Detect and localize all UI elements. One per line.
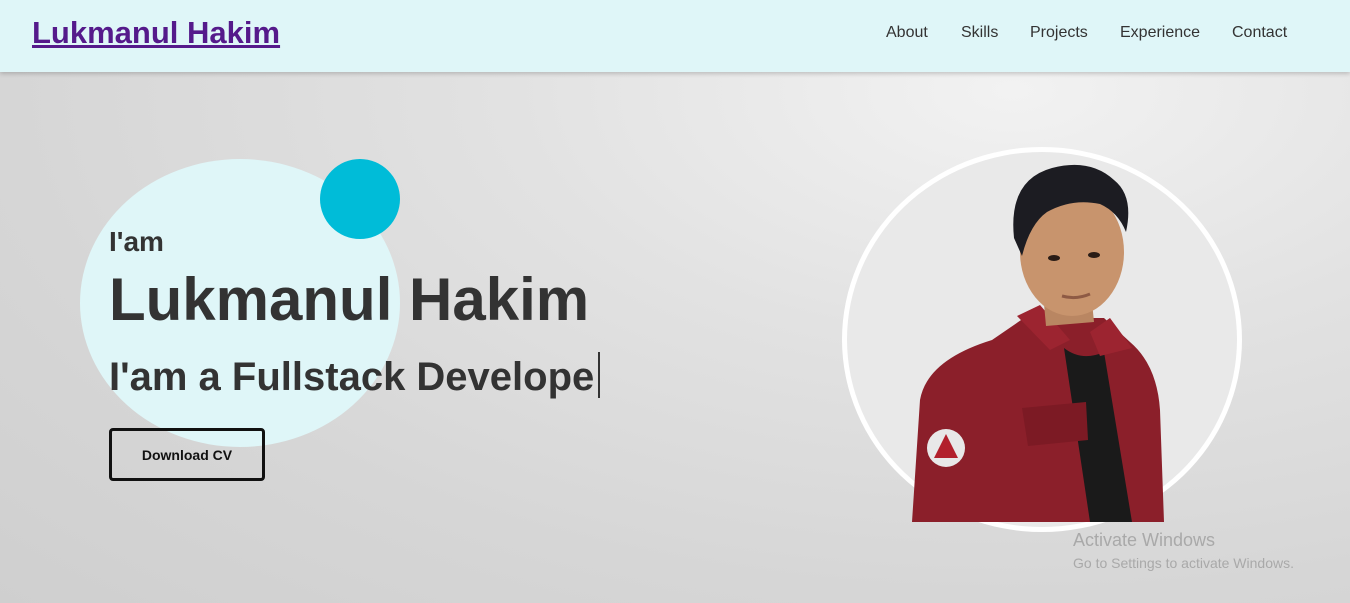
nav-link-about[interactable]: About: [886, 24, 928, 42]
watermark-subtitle: Go to Settings to activate Windows.: [1073, 555, 1294, 571]
watermark-title: Activate Windows: [1073, 530, 1216, 550]
hero-name: Lukmanul Hakim: [109, 266, 590, 333]
navbar: Lukmanul Hakim About Skills Projects Exp…: [0, 0, 1350, 72]
accent-circle: [320, 159, 400, 239]
download-cv-button[interactable]: Download CV: [109, 428, 265, 481]
profile-photo: [842, 0, 1242, 522]
nav-link-experience[interactable]: Experience: [1120, 24, 1200, 42]
nav-link-skills[interactable]: Skills: [961, 24, 998, 42]
hero-role: I'am a Fullstack Develope: [109, 352, 601, 400]
hero-intro: I'am: [109, 226, 164, 257]
typed-role-text: I'am a Fullstack Develope: [109, 355, 595, 399]
activate-windows-watermark: Activate Windows Go to Settings to activ…: [1073, 530, 1294, 571]
brand-link[interactable]: Lukmanul Hakim: [32, 15, 280, 51]
nav-link-projects[interactable]: Projects: [1030, 24, 1088, 42]
typing-cursor: [598, 352, 601, 398]
portrait-illustration: [912, 164, 1164, 522]
nav-link-contact[interactable]: Contact: [1232, 24, 1287, 42]
